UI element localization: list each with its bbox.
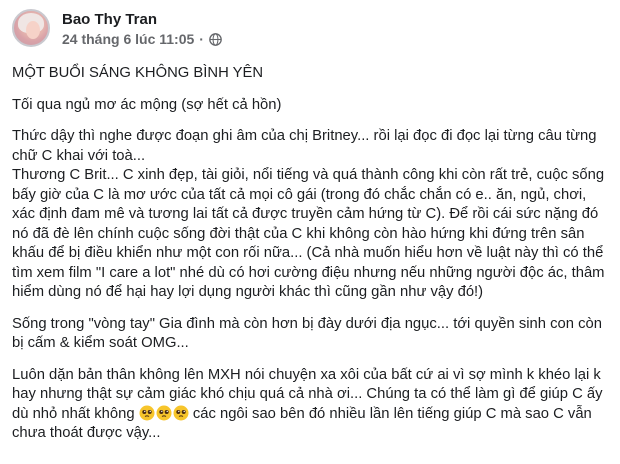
author-name[interactable]: Bao Thy Tran	[62, 11, 157, 28]
post-header: Bao Thy Tran 24 tháng 6 lúc 11:05 ·	[12, 9, 602, 53]
post-timestamp[interactable]: 24 tháng 6 lúc 11:05	[62, 31, 194, 47]
meta-separator: ·	[199, 31, 204, 47]
post-paragraph: Sống trong "vòng tay" Gia đình mà còn hơ…	[12, 315, 607, 352]
post-paragraph: Thức dậy thì nghe được đoạn ghi âm của c…	[12, 128, 605, 300]
post-paragraph: Tối qua ngủ mơ ác mộng (sợ hết cả hồn)	[12, 96, 282, 113]
globe-icon[interactable]	[209, 32, 222, 46]
post-body: MỘT BUỔI SÁNG KHÔNG BÌNH YÊN Tối qua ngủ…	[12, 64, 612, 456]
post-title: MỘT BUỔI SÁNG KHÔNG BÌNH YÊN	[12, 65, 264, 81]
post-paragraph: Luôn dặn bản thân không lên MXH nói chuy…	[12, 366, 612, 444]
pleading-face-emoji	[139, 405, 189, 421]
post-meta: 24 tháng 6 lúc 11:05 ·	[62, 31, 222, 47]
avatar[interactable]	[12, 9, 50, 47]
